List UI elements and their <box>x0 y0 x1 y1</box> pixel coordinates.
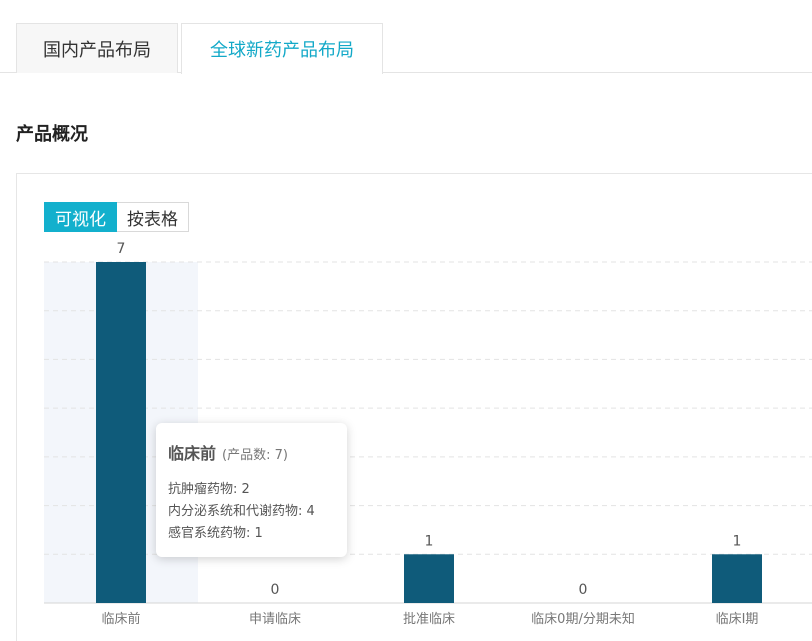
tooltip-subtitle: (产品数: 7) <box>222 448 288 463</box>
x-tick-label: 申请临床 <box>249 612 301 627</box>
data-label: 1 <box>733 533 742 549</box>
bar-chart: 7 临床前 0 申请临床 1 批准临床 0 临床0期/分期未知 1 临床I期 <box>44 241 812 627</box>
data-label: 1 <box>425 533 434 549</box>
x-tick-label: 临床I期 <box>716 612 759 627</box>
tab-global-new-drug-layout[interactable]: 全球新药产品布局 <box>181 23 383 74</box>
x-tick-label: 批准临床 <box>403 612 455 627</box>
bar <box>404 554 454 603</box>
tooltip-category: 临床前 <box>168 444 217 463</box>
data-label: 0 <box>579 582 588 598</box>
data-label: 7 <box>117 241 126 257</box>
x-tick-label: 临床0期/分期未知 <box>531 611 635 627</box>
tooltip-row: 内分泌系统和代谢药物: 4 <box>168 504 315 519</box>
x-tick-label: 临床前 <box>101 611 140 627</box>
tooltip-row: 抗肿瘤药物: 2 <box>168 482 250 497</box>
data-label: 0 <box>271 582 280 598</box>
bar <box>712 554 762 603</box>
tooltip-row: 感官系统药物: 1 <box>168 526 263 541</box>
bar <box>96 262 146 603</box>
tooltip-body: 抗肿瘤药物: 2 内分泌系统和代谢药物: 4 感官系统药物: 1 <box>168 479 335 545</box>
chart-tooltip: 临床前 (产品数: 7) 抗肿瘤药物: 2 内分泌系统和代谢药物: 4 感官系统… <box>156 423 347 557</box>
